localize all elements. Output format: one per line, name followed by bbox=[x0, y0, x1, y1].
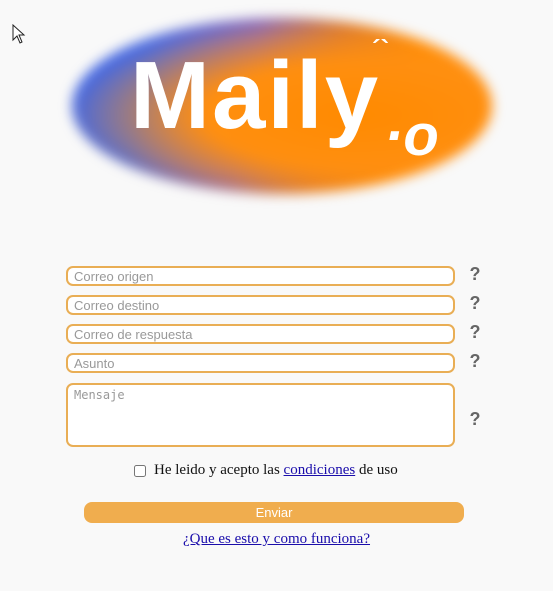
cursor-arrow-icon bbox=[12, 24, 26, 44]
terms-row: He leido y acepto las condiciones de uso bbox=[134, 462, 398, 479]
terms-checkbox[interactable] bbox=[134, 464, 146, 477]
logo-text: Maily bbox=[130, 42, 381, 149]
logo-accent-marks: ´` bbox=[372, 34, 390, 64]
subject-input[interactable] bbox=[66, 353, 455, 373]
reply-to-help-icon[interactable]: ? bbox=[468, 322, 482, 343]
submit-button[interactable]: Enviar bbox=[84, 502, 464, 523]
maily-logo: Maily ´` ·o bbox=[72, 18, 492, 194]
message-textarea[interactable] bbox=[66, 383, 455, 447]
terms-conditions-link[interactable]: condiciones bbox=[284, 462, 356, 478]
terms-suffix: de uso bbox=[358, 462, 398, 478]
help-link-row: ¿Que es esto y como funciona? bbox=[0, 531, 553, 548]
how-it-works-link[interactable]: ¿Que es esto y como funciona? bbox=[183, 531, 370, 547]
from-email-input[interactable] bbox=[66, 266, 455, 286]
to-email-input[interactable] bbox=[66, 295, 455, 315]
to-help-icon[interactable]: ? bbox=[468, 293, 482, 314]
logo-suffix: ·o bbox=[384, 103, 439, 168]
message-help-icon[interactable]: ? bbox=[468, 409, 482, 430]
subject-help-icon[interactable]: ? bbox=[468, 351, 482, 372]
from-help-icon[interactable]: ? bbox=[468, 264, 482, 285]
terms-prefix: He leido y acepto las bbox=[154, 462, 280, 478]
reply-to-email-input[interactable] bbox=[66, 324, 455, 344]
